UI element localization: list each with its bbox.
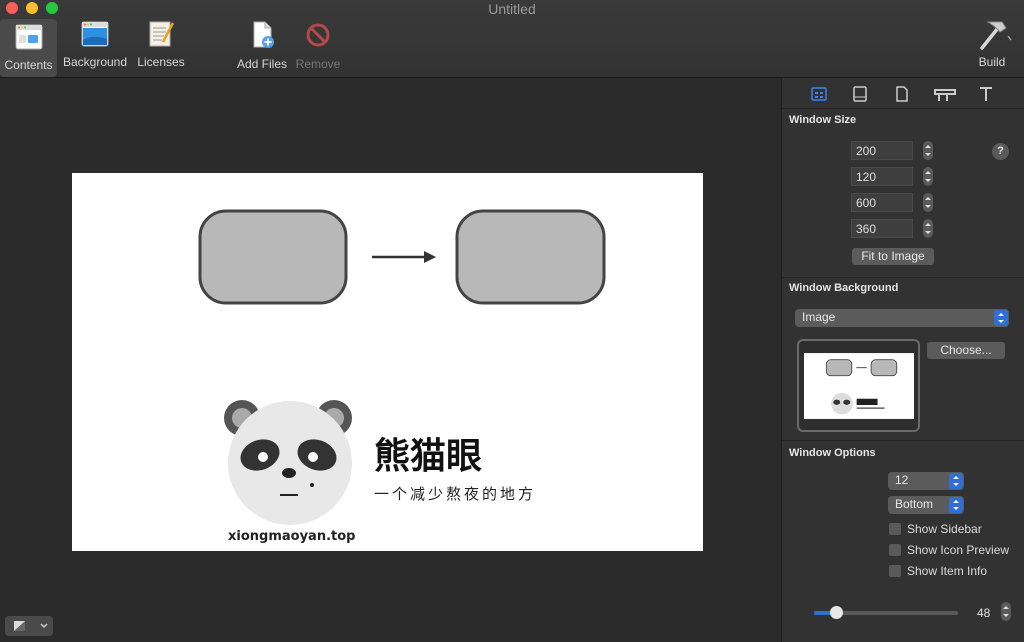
main-canvas-area: 熊猫眼 一个减少熬夜的地方 xiongmaoyan.top xyxy=(0,78,781,642)
show-sidebar-checkbox[interactable]: Show Sidebar xyxy=(889,522,982,536)
window-y-stepper[interactable] xyxy=(923,167,933,186)
show-icon-preview-label: Show Icon Preview xyxy=(907,543,1010,557)
inspector-tab-document-icon[interactable] xyxy=(894,86,910,102)
window-title: Untitled xyxy=(488,1,536,17)
background-icon xyxy=(81,21,109,47)
window-height-stepper[interactable] xyxy=(923,219,933,238)
window-width-field[interactable]: 600 xyxy=(851,193,913,212)
inspector-tab-text-icon[interactable] xyxy=(978,86,994,102)
licenses-icon xyxy=(149,21,175,47)
toolbar-remove-button[interactable]: Remove xyxy=(294,20,342,71)
window-size-section: Window Size 200 120 600 360 Fit to Image… xyxy=(782,108,1024,278)
toolbar-contents-label: Contents xyxy=(4,58,53,72)
window-background-title: Window Background xyxy=(789,282,899,294)
logo-url: xiongmaoyan.top xyxy=(228,529,355,544)
view-mode-popup[interactable] xyxy=(5,616,53,636)
icon-size-slider-knob[interactable] xyxy=(830,606,843,619)
show-item-info-label: Show Item Info xyxy=(907,564,988,578)
show-sidebar-label: Show Sidebar xyxy=(907,522,982,536)
window-size-title: Window Size xyxy=(789,114,857,126)
add-files-icon xyxy=(253,21,274,48)
toolbar-remove-label: Remove xyxy=(295,57,341,71)
inspector-panel: Window Size 200 120 600 360 Fit to Image… xyxy=(781,78,1024,642)
popup-arrows-icon xyxy=(949,473,963,489)
icon-size-slider-track[interactable] xyxy=(814,606,958,619)
logo-tagline: 一个减少熬夜的地方 xyxy=(374,485,536,503)
inspector-tab-format-icon[interactable] xyxy=(934,86,956,102)
background-image-well[interactable] xyxy=(797,339,920,432)
arrow-head xyxy=(424,251,436,263)
choose-image-button[interactable]: Choose... xyxy=(927,342,1005,359)
popup-arrows-icon xyxy=(994,310,1008,326)
background-type-popup[interactable]: Image xyxy=(795,309,1009,327)
toolbar-add-files-label: Add Files xyxy=(236,57,288,71)
background-thumbnail xyxy=(804,353,914,419)
background-type-value: Image xyxy=(802,310,836,324)
window-options-title: Window Options xyxy=(789,447,876,459)
window-x-stepper[interactable] xyxy=(923,141,933,160)
logo-title: 熊猫眼 xyxy=(374,436,482,477)
label-position-value: Bottom xyxy=(895,497,934,511)
show-item-info-checkbox[interactable]: Show Item Info xyxy=(889,564,987,578)
popup-arrows-icon xyxy=(949,497,963,513)
inspector-tab-window-icon[interactable] xyxy=(811,86,827,102)
title-toolbar: Untitled Contents Background Licenses Ad… xyxy=(0,0,1024,78)
remove-icon xyxy=(306,23,330,47)
icon-size-stepper[interactable] xyxy=(1001,602,1011,621)
toolbar-build-button[interactable]: Build xyxy=(970,18,1014,69)
target-rounded-box xyxy=(455,209,606,305)
toolbar-licenses-button[interactable]: Licenses xyxy=(134,20,188,69)
font-size-popup[interactable]: 12 xyxy=(888,472,964,490)
toolbar-add-files-button[interactable]: Add Files xyxy=(234,20,290,71)
checkbox-box xyxy=(889,544,901,556)
font-size-value: 12 xyxy=(895,473,909,487)
window-height-field[interactable]: 360 xyxy=(851,219,913,238)
source-rounded-box xyxy=(198,209,348,305)
window-width-stepper[interactable] xyxy=(923,193,933,212)
toolbar-contents-button[interactable]: Contents xyxy=(0,19,57,77)
toolbar-build-label: Build xyxy=(978,55,1006,69)
hammer-icon xyxy=(980,21,1012,50)
window-background-section: Window Background Image Choose... xyxy=(782,277,1024,441)
fit-to-image-button[interactable]: Fit to Image xyxy=(852,248,934,265)
window-options-section: Window Options 12 Bottom Show Sidebar Sh… xyxy=(782,440,1024,642)
toolbar-background-button[interactable]: Background xyxy=(62,20,128,69)
contents-icon xyxy=(15,24,42,50)
toolbar-licenses-label: Licenses xyxy=(137,55,185,69)
window-x-field[interactable]: 200 xyxy=(851,141,913,160)
help-button[interactable]: ? xyxy=(992,143,1009,160)
panda-logo xyxy=(224,400,352,525)
window-y-field[interactable]: 120 xyxy=(851,167,913,186)
show-icon-preview-checkbox[interactable]: Show Icon Preview xyxy=(889,543,1009,557)
background-image: 熊猫眼 一个减少熬夜的地方 xiongmaoyan.top xyxy=(198,209,606,544)
view-mode-icon xyxy=(14,621,48,631)
toolbar-background-label: Background xyxy=(62,55,128,69)
inspector-tab-disk-icon[interactable] xyxy=(852,86,868,102)
checkbox-box xyxy=(889,565,901,577)
background-image-preview[interactable]: 熊猫眼 一个减少熬夜的地方 xiongmaoyan.top xyxy=(72,173,703,551)
icon-size-value: 48 xyxy=(977,606,991,620)
checkbox-box xyxy=(889,523,901,535)
label-position-popup[interactable]: Bottom xyxy=(888,496,964,514)
